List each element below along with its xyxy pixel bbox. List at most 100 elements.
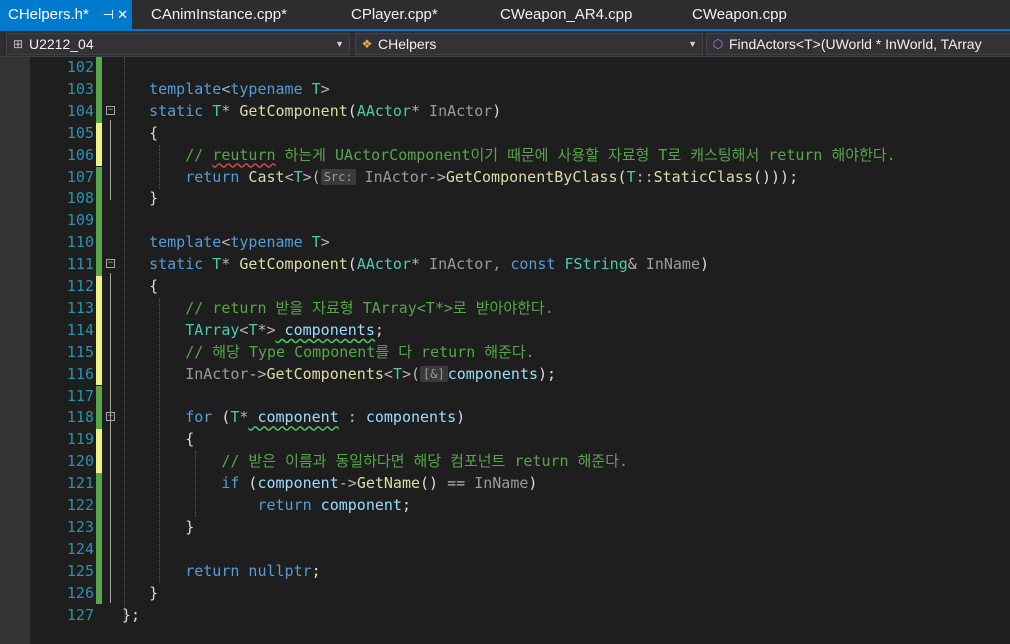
- line-number: 108: [66, 189, 94, 208]
- change-marker: [96, 122, 102, 145]
- line-number: 114: [66, 320, 94, 339]
- change-marker: [96, 144, 102, 167]
- code-text: }: [185, 517, 195, 536]
- code-text: static T* GetComponent(AActor* InActor): [149, 101, 502, 120]
- change-marker: [96, 385, 102, 408]
- line-number: 125: [66, 561, 94, 580]
- code-line: 115 // 해당 Type Component를 다 return 해준다.: [0, 341, 1010, 364]
- line-number: 104: [66, 101, 94, 120]
- tab-cplayer-cpp[interactable]: CPlayer.cpp*: [351, 0, 438, 29]
- code-comment: // 받은 이름과 동일하다면 해당 컴포넌트 return 해준다.: [221, 452, 629, 471]
- close-icon[interactable]: ✕: [117, 0, 128, 29]
- code-line: 123 }: [0, 516, 1010, 539]
- change-marker: [96, 319, 102, 342]
- change-marker: [96, 341, 102, 364]
- member-value: FindActors<T>(UWorld * InWorld, TArray: [729, 36, 982, 52]
- tab-canim-instance-cpp[interactable]: CAnimInstance.cpp*: [151, 0, 287, 29]
- code-line: 113 // return 받을 자료형 TArray<T*>로 받아야한다.: [0, 297, 1010, 320]
- change-marker: [96, 210, 102, 233]
- line-number: 115: [66, 342, 94, 361]
- change-marker: [96, 297, 102, 320]
- code-line: 110 template<typename T>: [0, 232, 1010, 255]
- member-dropdown[interactable]: ⬡ FindActors<T>(UWorld * InWorld, TArray: [706, 33, 1010, 55]
- code-line: 119 {: [0, 429, 1010, 452]
- change-marker: [96, 276, 102, 298]
- line-number: 110: [66, 233, 94, 252]
- collapse-icon[interactable]: −: [106, 105, 115, 115]
- parameter-hint: [&]: [420, 365, 448, 382]
- code-text: template<typename T>: [149, 233, 330, 252]
- code-line: 109: [0, 210, 1010, 233]
- code-text: TArray<T*> components;: [185, 320, 384, 339]
- line-number: 124: [66, 539, 94, 558]
- change-marker: [96, 605, 102, 627]
- collapse-icon[interactable]: −: [106, 412, 115, 422]
- line-number: 107: [66, 167, 94, 186]
- scope-value: CHelpers: [378, 36, 437, 52]
- code-comment: // 해당 Type Component를 다 return 해준다.: [185, 342, 535, 361]
- chevron-down-icon: ▼: [688, 39, 697, 49]
- code-line: 107 return Cast<T>(Src: InActor->GetComp…: [0, 166, 1010, 189]
- line-number: 112: [66, 277, 94, 295]
- change-marker: [96, 495, 102, 517]
- line-number: 118: [66, 408, 94, 427]
- tab-cweapon-ar4-cpp[interactable]: CWeapon_AR4.cpp: [500, 0, 632, 29]
- code-text: {: [149, 123, 159, 142]
- line-number: 102: [66, 58, 94, 76]
- code-line: 112 {: [0, 276, 1010, 298]
- tab-chelpers-h[interactable]: CHelpers.h* ⊣ ✕: [0, 0, 132, 29]
- code-text: return component;: [257, 496, 411, 514]
- code-text: return Cast<T>(Src: InActor->GetComponen…: [185, 167, 799, 186]
- change-marker: [96, 232, 102, 255]
- code-line: 117: [0, 385, 1010, 408]
- line-number: 120: [66, 452, 94, 471]
- code-line: 122 return component;: [0, 495, 1010, 517]
- line-number: 127: [66, 605, 94, 624]
- change-marker: [96, 451, 102, 474]
- tab-label: CPlayer.cpp*: [351, 6, 438, 23]
- change-marker: [96, 166, 102, 189]
- pin-icon[interactable]: ⊣: [103, 0, 114, 29]
- change-marker: [96, 407, 102, 430]
- class-icon: ❖: [361, 37, 373, 51]
- line-number: 122: [66, 496, 94, 514]
- line-number: 105: [66, 123, 94, 142]
- chevron-down-icon: ▼: [335, 39, 344, 49]
- change-marker: [96, 100, 102, 123]
- code-text: static T* GetComponent(AActor* InActor, …: [149, 255, 710, 274]
- code-line: 104 − static T* GetComponent(AActor* InA…: [0, 100, 1010, 123]
- change-marker: [96, 516, 102, 539]
- change-marker: [96, 188, 102, 211]
- code-line: 118 − for (T* component : components): [0, 407, 1010, 430]
- tab-label: CWeapon_AR4.cpp: [500, 6, 633, 23]
- change-marker: [96, 560, 102, 583]
- code-line: 108 }: [0, 188, 1010, 211]
- code-text: {: [149, 277, 159, 295]
- document-tab-bar: CHelpers.h* ⊣ ✕ CAnimInstance.cpp* CPlay…: [0, 0, 1010, 31]
- project-dropdown[interactable]: ⊞ U2212_04 ▼: [6, 33, 350, 55]
- code-line: 114 TArray<T*> components;: [0, 319, 1010, 342]
- line-number: 126: [66, 583, 94, 602]
- code-line: 127 };: [0, 605, 1010, 627]
- method-icon: ⬡: [712, 37, 724, 51]
- code-line: 126 }: [0, 582, 1010, 605]
- project-value: U2212_04: [29, 36, 94, 52]
- scope-dropdown[interactable]: ❖ CHelpers ▼: [355, 33, 703, 55]
- code-text: if (component->GetName() == InName): [221, 474, 538, 493]
- code-line: 121 if (component->GetName() == InName): [0, 473, 1010, 495]
- change-marker: [96, 429, 102, 452]
- code-text: }: [149, 583, 159, 602]
- navigation-bar: ⊞ U2212_04 ▼ ❖ CHelpers ▼ ⬡ FindActors<T>(U…: [0, 31, 1010, 57]
- tab-cweapon-cpp[interactable]: CWeapon.cpp: [692, 0, 787, 29]
- code-comment: // return 받을 자료형 TArray<T*>로 받아야한다.: [185, 298, 554, 317]
- line-number: 106: [66, 145, 94, 164]
- line-number: 109: [66, 211, 94, 230]
- change-marker: [96, 582, 102, 605]
- code-text: InActor->GetComponents<T>([&] components)…: [185, 364, 557, 383]
- change-marker: [96, 473, 102, 495]
- line-number: 111: [66, 255, 94, 274]
- collapse-icon[interactable]: −: [106, 259, 115, 269]
- line-number: 116: [66, 364, 94, 383]
- code-editor[interactable]: 102 103 template<typename T> 104 − stati…: [0, 57, 1010, 644]
- code-text: {: [185, 430, 195, 449]
